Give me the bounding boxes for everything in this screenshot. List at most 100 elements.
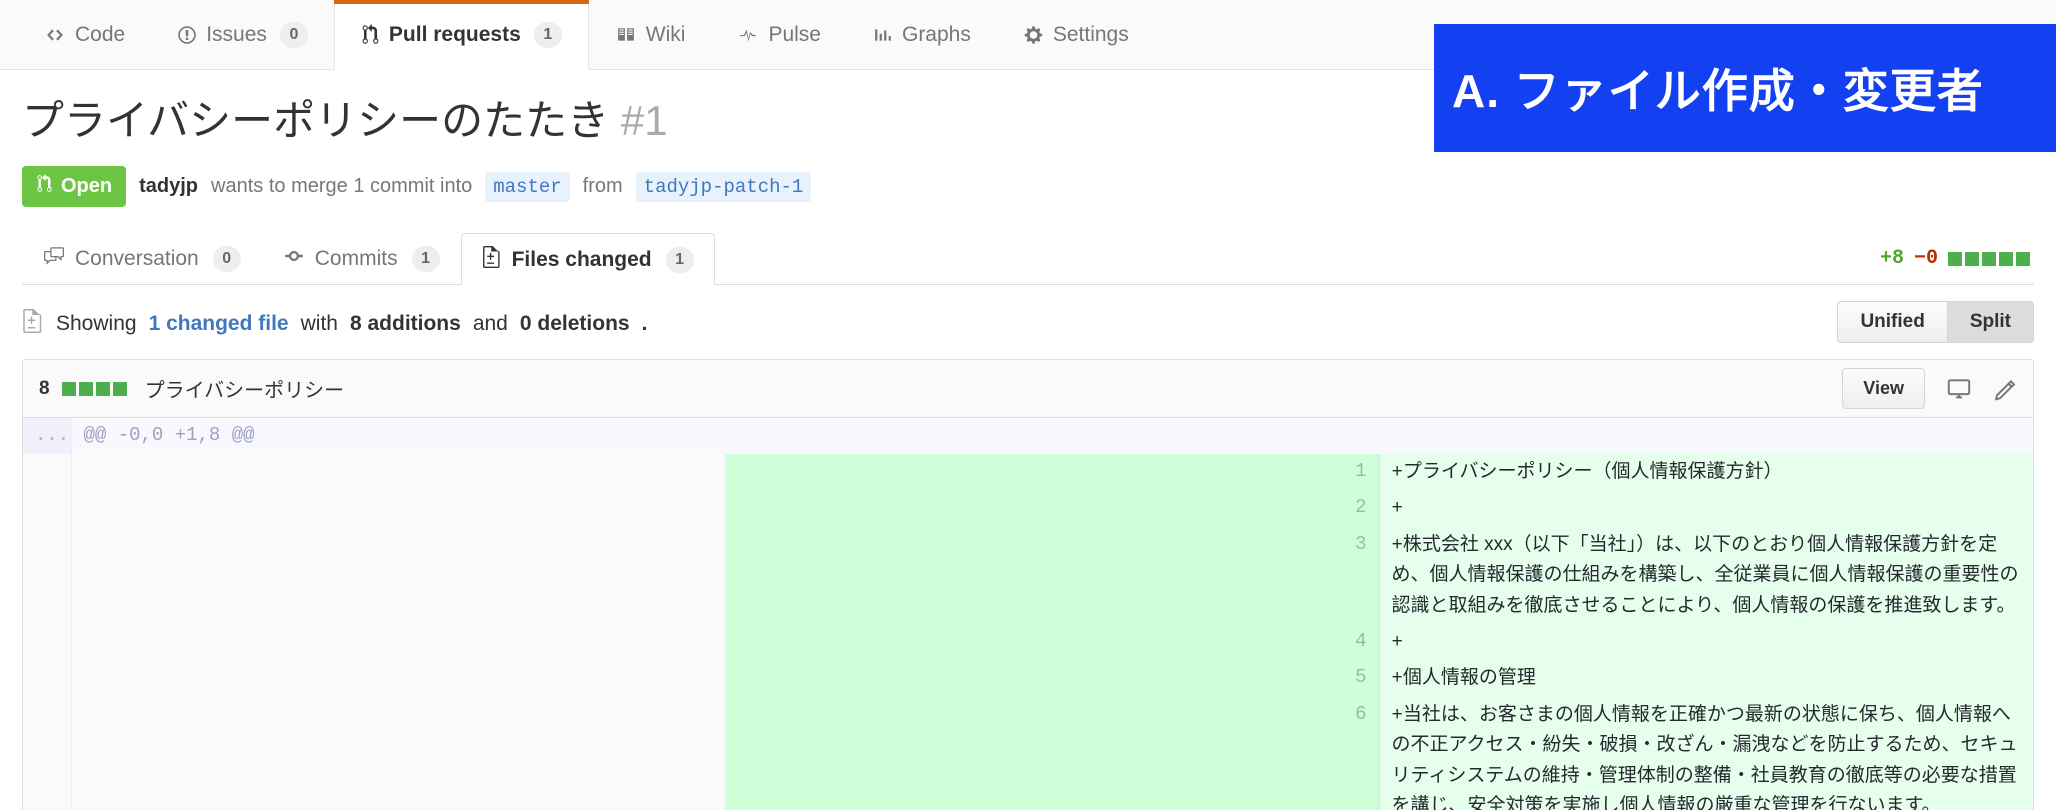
file-diffstat-blocks — [61, 381, 127, 396]
diff-view-toggle: Unified Split — [1837, 301, 2034, 344]
tab-commits[interactable]: Commits 1 — [262, 232, 461, 284]
diff-line-marker: + — [1391, 460, 1403, 483]
pull-request-title-text: プライバシーポリシーのたたき — [22, 97, 610, 144]
diff-line-code-left — [71, 490, 725, 527]
annotation-overlay-label: A. ファイル作成・変更者 — [1434, 24, 2056, 152]
diffstat-additions: +8 — [1879, 247, 1904, 271]
diff-line-text: 株式会社 xxx（以下「当社」）は、以下のとおり個人情報保護方針を定め、個人情報… — [1391, 533, 2019, 616]
diff-line-code-left — [71, 526, 725, 625]
diff-line-number-right[interactable]: 4 — [725, 624, 1380, 661]
file-change-count: 8 — [39, 377, 50, 399]
nav-item-counter: 1 — [533, 21, 562, 48]
diff-line-row: 3 +株式会社 xxx（以下「当社」）は、以下のとおり個人情報保護方針を定め、個人… — [23, 526, 2033, 625]
head-branch-label[interactable]: tadyjp-patch-1 — [635, 171, 812, 202]
diff-line-code-right: +当社は、お客さまの個人情報を正確かつ最新の状態に保ち、個人情報への不正アクセス… — [1379, 696, 2033, 810]
unified-view-button[interactable]: Unified — [1837, 301, 1947, 344]
book-icon — [615, 26, 637, 44]
pull-request-author[interactable]: tadyjp — [139, 175, 198, 198]
tab-label: Commits — [314, 246, 398, 270]
nav-item-settings[interactable]: Settings — [997, 0, 1155, 69]
diffstat-block — [1982, 251, 1996, 266]
git-pull-request-icon — [36, 174, 53, 199]
and-text: and — [472, 312, 508, 336]
changed-files-link[interactable]: 1 changed file — [149, 312, 289, 336]
diff-line-text: 当社は、お客さまの個人情報を正確かつ最新の状態に保ち、個人情報への不正アクセス・… — [1391, 703, 2018, 810]
diffstat-block — [1948, 251, 1962, 266]
nav-item-graphs[interactable]: Graphs — [847, 0, 997, 69]
view-file-button[interactable]: View — [1842, 368, 1925, 410]
tab-files-changed[interactable]: Files changed 1 — [460, 233, 715, 286]
diff-line-code-left — [71, 624, 725, 661]
nav-item-pull-requests[interactable]: Pull requests 1 — [333, 0, 589, 70]
diff-file-header: 8 プライバシーポリシー View — [23, 360, 2033, 419]
tab-conversation[interactable]: Conversation 0 — [22, 232, 262, 284]
pull-request-state-line: Open tadyjp wants to merge 1 commit into… — [0, 146, 2056, 208]
diffstat-block — [1965, 251, 1979, 266]
hunk-header-text: @@ -0,0 +1,8 @@ — [71, 418, 2033, 454]
tab-counter: 1 — [411, 245, 440, 272]
diff-line-row: 4 + — [23, 624, 2033, 661]
diff-line-marker: + — [1391, 497, 1403, 520]
diff-line-code-right: + — [1379, 490, 2033, 527]
diffstat-block — [95, 381, 110, 396]
code-icon — [44, 26, 66, 44]
diff-file-name[interactable]: プライバシーポリシー — [145, 374, 345, 403]
diff-line-number-left — [23, 624, 72, 661]
split-view-button[interactable]: Split — [1946, 301, 2034, 344]
nav-item-code[interactable]: Code — [18, 0, 151, 69]
diff-line-number-left — [23, 696, 72, 810]
comment-discussion-icon — [43, 246, 65, 272]
diff-line-marker: + — [1391, 631, 1403, 654]
diffstat-block — [112, 381, 127, 396]
nav-item-pulse[interactable]: Pulse — [711, 0, 847, 69]
device-desktop-icon[interactable] — [1945, 377, 1973, 401]
diff-line-code-left — [71, 453, 725, 491]
diff-line-code-right: +プライバシーポリシー（個人情報保護方針） — [1379, 453, 2033, 491]
nav-item-label: Pull requests — [388, 22, 521, 46]
diff-line-number-right[interactable]: 2 — [725, 490, 1380, 527]
page-title: プライバシーポリシーのたたき #1 — [22, 96, 668, 146]
showing-prefix: Showing — [56, 312, 137, 336]
diff-file: 8 プライバシーポリシー View ... @@ -0,0 +1,8 @@ 1 … — [22, 359, 2034, 810]
nav-item-wiki[interactable]: Wiki — [589, 0, 712, 69]
pull-request-tabnav: Conversation 0 Commits 1 Files changed 1… — [22, 232, 2034, 286]
nav-item-label: Settings — [1052, 22, 1129, 46]
diff-line-number-left — [23, 490, 72, 527]
tab-label: Files changed — [511, 247, 652, 271]
diffstat-blocks — [1948, 251, 2030, 266]
graph-icon — [873, 26, 893, 44]
merge-description-2: from — [582, 175, 623, 198]
diff-line-code-right: +個人情報の管理 — [1379, 660, 2033, 697]
diff-line-number-right[interactable]: 3 — [725, 526, 1380, 625]
diff-line-marker: + — [1391, 533, 1403, 556]
diff-line-number-right[interactable]: 6 — [725, 696, 1380, 810]
additions-count: 8 additions — [349, 312, 461, 336]
base-branch-label[interactable]: master — [485, 171, 570, 202]
diff-line-code-left — [71, 696, 725, 810]
hunk-expand-button[interactable]: ... — [23, 418, 72, 454]
merge-description-1: wants to merge 1 commit into — [211, 175, 473, 198]
diffstat-block — [1999, 251, 2013, 266]
status-badge-label: Open — [61, 175, 113, 198]
nav-item-label: Wiki — [645, 22, 686, 46]
diff-line-marker: + — [1391, 667, 1403, 690]
diff-line-row: 5 +個人情報の管理 — [23, 660, 2033, 697]
status-badge: Open — [22, 166, 127, 208]
with-text: with — [300, 312, 338, 336]
nav-item-label: Pulse — [768, 22, 821, 46]
diff-line-number-right[interactable]: 5 — [725, 660, 1380, 697]
diff-line-text: プライバシーポリシー（個人情報保護方針） — [1402, 460, 1783, 482]
diff-line-code-left — [71, 660, 725, 697]
diff-hunk-header-row: ... @@ -0,0 +1,8 @@ — [23, 418, 2033, 454]
nav-item-issues[interactable]: Issues 0 — [151, 0, 334, 69]
git-pull-request-icon — [361, 24, 380, 45]
diffstat-block — [61, 381, 76, 396]
diffstat-summary: +8 −0 — [1880, 247, 2030, 270]
diff-line-number-right[interactable]: 1 — [725, 453, 1380, 491]
diff-toolbar: Showing 1 changed file with 8 additions … — [22, 285, 2034, 359]
diffstat-deletions: −0 — [1913, 247, 1938, 271]
pencil-icon[interactable] — [1993, 377, 2019, 401]
file-diffstat: 8 — [39, 378, 127, 400]
nav-item-label: Graphs — [901, 22, 971, 46]
diff-file-actions: View — [1842, 368, 2019, 410]
